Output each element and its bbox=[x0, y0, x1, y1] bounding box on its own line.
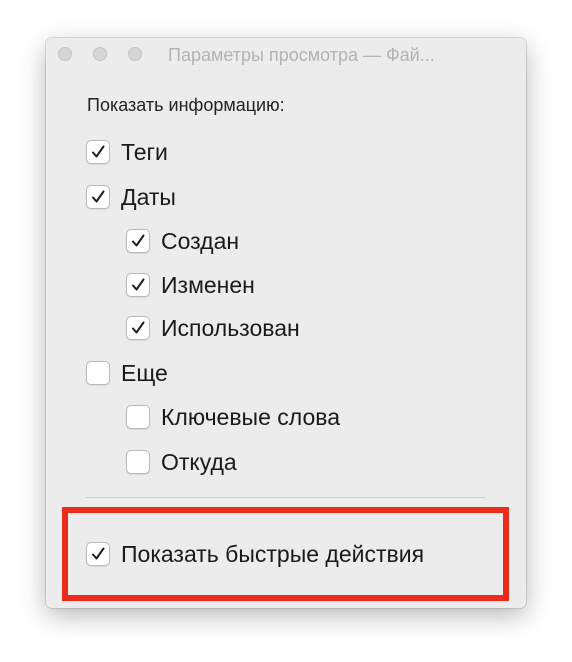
view-options-window: Параметры просмотра — Фай... Показать ин… bbox=[46, 38, 526, 608]
checkmark-icon bbox=[132, 234, 145, 247]
dates-checkbox[interactable] bbox=[86, 185, 110, 209]
option-modified[interactable]: Изменен bbox=[126, 272, 255, 298]
zoom-button[interactable] bbox=[128, 47, 142, 61]
used-checkbox[interactable] bbox=[126, 316, 150, 340]
option-keywords[interactable]: Ключевые слова bbox=[126, 404, 340, 430]
tags-label: Теги bbox=[121, 139, 168, 165]
close-button[interactable] bbox=[58, 47, 72, 61]
checkmark-icon bbox=[132, 278, 145, 291]
tags-checkbox[interactable] bbox=[86, 140, 110, 164]
more-label: Еще bbox=[121, 360, 168, 386]
dates-label: Даты bbox=[121, 184, 176, 210]
where-from-label: Откуда bbox=[161, 449, 237, 475]
quick-actions-label: Показать быстрые действия bbox=[121, 541, 425, 567]
option-tags[interactable]: Теги bbox=[86, 139, 168, 165]
option-more[interactable]: Еще bbox=[86, 360, 168, 386]
used-label: Использован bbox=[161, 315, 300, 341]
keywords-label: Ключевые слова bbox=[161, 404, 340, 430]
option-created[interactable]: Создан bbox=[126, 228, 239, 254]
window-title: Параметры просмотра — Фай... bbox=[168, 45, 435, 65]
created-checkbox[interactable] bbox=[126, 229, 150, 253]
option-quick-actions[interactable]: Показать быстрые действия bbox=[86, 541, 424, 567]
separator bbox=[86, 497, 486, 498]
keywords-checkbox[interactable] bbox=[126, 405, 150, 429]
modified-label: Изменен bbox=[161, 272, 255, 298]
checkmark-icon bbox=[92, 190, 105, 203]
option-used[interactable]: Использован bbox=[126, 315, 300, 341]
minimize-button[interactable] bbox=[93, 47, 107, 61]
title-bar[interactable]: Параметры просмотра — Фай... bbox=[46, 38, 526, 70]
where-from-checkbox[interactable] bbox=[126, 450, 150, 474]
more-checkbox[interactable] bbox=[86, 361, 110, 385]
show-info-label: Показать информацию: bbox=[87, 95, 285, 115]
option-where-from[interactable]: Откуда bbox=[126, 449, 237, 475]
option-dates[interactable]: Даты bbox=[86, 184, 176, 210]
modified-checkbox[interactable] bbox=[126, 273, 150, 297]
checkmark-icon bbox=[92, 145, 105, 158]
checkmark-icon bbox=[92, 547, 105, 560]
quick-actions-checkbox[interactable] bbox=[86, 542, 110, 566]
checkmark-icon bbox=[132, 321, 145, 334]
created-label: Создан bbox=[161, 228, 240, 254]
